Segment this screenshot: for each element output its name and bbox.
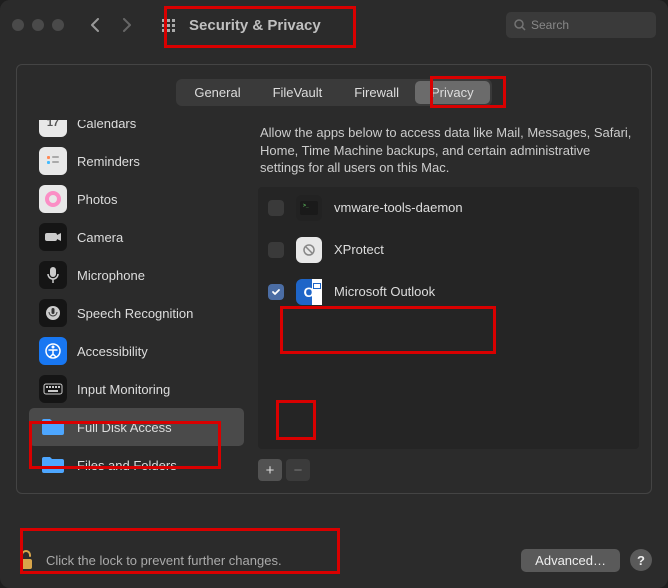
help-button[interactable]: ? [630,549,652,571]
sidebar-item-label: Photos [77,192,117,207]
photos-icon [39,185,67,213]
sidebar-item-microphone[interactable]: Microphone [29,256,244,294]
pane-title: Security & Privacy [189,17,321,34]
permission-description: Allow the apps below to access data like… [258,120,639,177]
sidebar-item-label: Microphone [77,268,145,283]
sidebar-item-calendars[interactable]: 17 Calendars [29,120,244,142]
sidebar-item-reminders[interactable]: Reminders [29,142,244,180]
toolbar: Security & Privacy Search [0,0,668,50]
microphone-icon [39,261,67,289]
camera-icon [39,223,67,251]
search-input[interactable]: Search [506,12,656,38]
tab-bar: General FileVault Firewall Privacy [29,79,639,106]
app-checkbox[interactable] [268,242,284,258]
sidebar-item-label: Accessibility [77,344,148,359]
app-name-label: Microsoft Outlook [334,284,435,299]
app-checkbox[interactable] [268,200,284,216]
add-app-button[interactable]: + [258,459,282,481]
sidebar-item-label: Reminders [77,154,140,169]
sidebar-item-label: Input Monitoring [77,382,170,397]
lock-hint-text: Click the lock to prevent further change… [46,553,511,568]
accessibility-icon [39,337,67,365]
speech-icon [39,299,67,327]
privacy-category-list[interactable]: 17 Calendars Reminders [29,120,244,481]
sidebar-item-label: Full Disk Access [77,420,172,435]
footer: Click the lock to prevent further change… [0,532,668,588]
zoom-window-button[interactable] [52,19,64,31]
search-placeholder: Search [531,18,569,32]
folder-icon [39,413,67,441]
terminal-icon: >_ [296,195,322,221]
sidebar-item-speech-recognition[interactable]: Speech Recognition [29,294,244,332]
minimize-window-button[interactable] [32,19,44,31]
tab-privacy[interactable]: Privacy [415,81,490,104]
app-row[interactable]: O Microsoft Outlook [258,271,639,313]
app-row[interactable]: >_ vmware-tools-daemon [258,187,639,229]
search-icon [514,19,526,31]
show-all-icon[interactable] [162,19,175,32]
sidebar-item-full-disk-access[interactable]: Full Disk Access [29,408,244,446]
app-checkbox[interactable] [268,284,284,300]
sidebar-item-label: Camera [77,230,123,245]
sidebar-item-accessibility[interactable]: Accessibility [29,332,244,370]
traffic-lights [12,19,64,31]
forward-button[interactable] [116,14,138,36]
generic-app-icon [296,237,322,263]
lock-icon[interactable] [16,548,36,572]
sidebar-item-label: Calendars [77,120,136,131]
tab-filevault[interactable]: FileVault [257,81,339,104]
folder-icon [39,451,67,479]
svg-text:>_: >_ [303,203,309,209]
sidebar-item-label: Speech Recognition [77,306,193,321]
sidebar-item-files-and-folders[interactable]: Files and Folders [29,446,244,481]
sidebar-item-label: Files and Folders [77,458,177,473]
remove-app-button[interactable]: − [286,459,310,481]
back-button[interactable] [84,14,106,36]
reminders-icon [39,147,67,175]
close-window-button[interactable] [12,19,24,31]
allowed-apps-list: >_ vmware-tools-daemon XProtect [258,187,639,449]
tab-firewall[interactable]: Firewall [338,81,415,104]
app-row[interactable]: XProtect [258,229,639,271]
advanced-button[interactable]: Advanced… [521,549,620,572]
tab-general[interactable]: General [178,81,256,104]
outlook-icon: O [296,279,322,305]
sidebar-item-photos[interactable]: Photos [29,180,244,218]
app-name-label: XProtect [334,242,384,257]
sidebar-item-camera[interactable]: Camera [29,218,244,256]
keyboard-icon [39,375,67,403]
sidebar-item-input-monitoring[interactable]: Input Monitoring [29,370,244,408]
app-name-label: vmware-tools-daemon [334,200,463,215]
calendar-icon: 17 [39,120,67,137]
